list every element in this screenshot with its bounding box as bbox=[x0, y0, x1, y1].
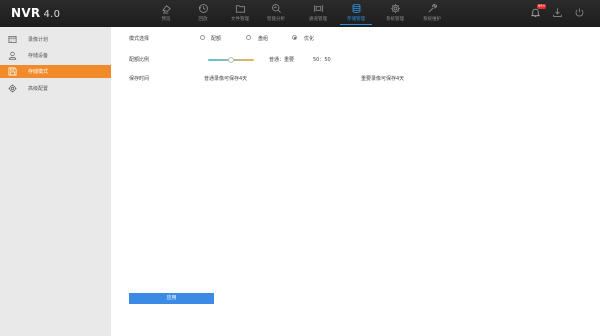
sidebar-item-label: 高级配置 bbox=[28, 86, 49, 92]
mode-label: 模式选择 bbox=[129, 36, 150, 42]
mode-optimize-radio[interactable] bbox=[292, 35, 297, 40]
retention-label: 保存时间 bbox=[129, 76, 150, 82]
playback-icon bbox=[198, 4, 208, 13]
ratio-slider-thumb[interactable] bbox=[228, 57, 234, 63]
ratio-slider[interactable] bbox=[208, 57, 254, 63]
alarm-badge: 99+ bbox=[537, 4, 547, 9]
camera-icon bbox=[161, 5, 171, 14]
retention-important: 重要录像可保存4天 bbox=[361, 76, 405, 82]
sidebar: 录像计划 存储设备 存储模式 高级配置 bbox=[0, 27, 111, 336]
nav-preview-label: 预览 bbox=[161, 17, 171, 22]
nav-files[interactable]: 文件管理 bbox=[220, 3, 260, 22]
nav-system-label: 系统管理 bbox=[386, 17, 404, 22]
mode-quota-radio[interactable] bbox=[200, 35, 205, 40]
logo-text: NVR bbox=[11, 6, 41, 20]
download-icon bbox=[553, 8, 562, 17]
storage-icon bbox=[352, 3, 360, 13]
nav-storage[interactable]: 存储管理 bbox=[336, 3, 376, 25]
wrench-icon bbox=[428, 4, 437, 13]
user-icon bbox=[8, 51, 17, 60]
apply-button[interactable]: 应用 bbox=[129, 293, 214, 304]
gear-icon bbox=[8, 84, 17, 93]
channel-icon bbox=[313, 5, 323, 12]
alarm-button[interactable]: 99+ bbox=[530, 4, 547, 18]
sidebar-item-advanced[interactable]: 高级配置 bbox=[0, 82, 111, 95]
calendar-icon bbox=[8, 35, 17, 44]
retention-normal: 普通录像可保存4天 bbox=[204, 76, 248, 82]
ratio-value: 50：50 bbox=[313, 57, 331, 63]
nav-analysis-label: 智能分析 bbox=[267, 17, 285, 22]
mode-optimize-label[interactable]: 优化 bbox=[304, 35, 314, 42]
nav-storage-label: 存储管理 bbox=[347, 17, 365, 22]
top-bar: NVR 4.0 预览 回放 文件管理 智能分析 通道管理 存储管理 系统管理 系… bbox=[0, 0, 600, 27]
power-button[interactable] bbox=[574, 7, 585, 18]
sidebar-item-label: 存储设备 bbox=[28, 53, 49, 59]
nav-preview[interactable]: 预览 bbox=[146, 3, 186, 22]
ratio-label: 配额比例 bbox=[129, 57, 150, 63]
ratio-caption: 普通：重要 bbox=[269, 57, 295, 63]
sidebar-item-record-plan[interactable]: 录像计划 bbox=[0, 33, 111, 46]
mode-quota-label[interactable]: 配额 bbox=[211, 35, 221, 42]
nav-channel[interactable]: 通道管理 bbox=[298, 3, 338, 22]
folder-icon bbox=[235, 5, 245, 13]
nav-playback-label: 回放 bbox=[198, 17, 208, 22]
mode-group-label[interactable]: 盘组 bbox=[258, 35, 268, 42]
analysis-icon bbox=[271, 4, 281, 13]
nav-maintenance-label: 系统维护 bbox=[423, 17, 441, 22]
sidebar-item-storage-device[interactable]: 存储设备 bbox=[0, 49, 111, 62]
save-icon bbox=[8, 67, 17, 76]
sidebar-item-label: 存储模式 bbox=[28, 69, 49, 75]
mode-group-radio[interactable] bbox=[246, 35, 251, 40]
nav-files-label: 文件管理 bbox=[231, 17, 249, 22]
nav-playback[interactable]: 回放 bbox=[183, 3, 223, 22]
nav-maintenance[interactable]: 系统维护 bbox=[412, 3, 452, 22]
nav-analysis[interactable]: 智能分析 bbox=[256, 3, 296, 22]
power-icon bbox=[575, 8, 584, 17]
nav-system[interactable]: 系统管理 bbox=[375, 3, 415, 22]
logo-version: 4.0 bbox=[43, 9, 61, 20]
gear-icon bbox=[390, 4, 400, 13]
storage-mode-panel: 模式选择 配额 盘组 优化 配额比例 普通：重要 50：50 保存时间 普通录像… bbox=[111, 27, 600, 336]
download-button[interactable] bbox=[552, 7, 563, 18]
sidebar-item-storage-mode[interactable]: 存储模式 bbox=[0, 65, 111, 78]
nav-channel-label: 通道管理 bbox=[309, 17, 327, 22]
app-logo: NVR 4.0 bbox=[11, 6, 60, 20]
sidebar-item-label: 录像计划 bbox=[28, 37, 49, 43]
